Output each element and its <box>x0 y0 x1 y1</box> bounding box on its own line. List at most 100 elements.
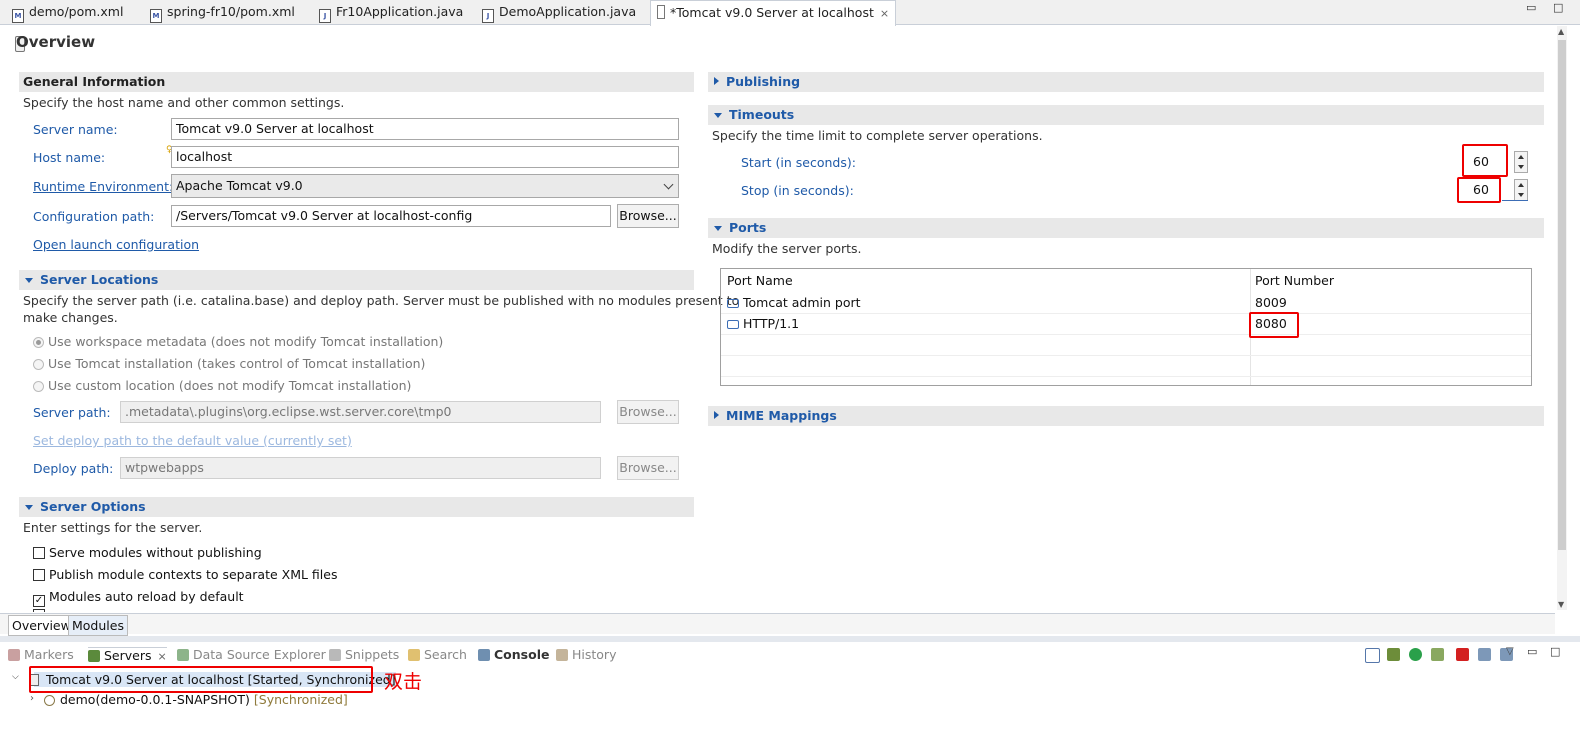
host-name-field[interactable]: localhost <box>171 146 679 168</box>
checkbox-icon <box>33 547 45 559</box>
start-timeout-spinner[interactable] <box>1514 151 1528 173</box>
close-icon[interactable]: ⨯ <box>158 650 167 663</box>
tab-console[interactable]: Console <box>478 647 549 662</box>
runtime-environment-link[interactable]: Runtime Environment: <box>33 179 173 194</box>
section-mime-mappings[interactable]: MIME Mappings <box>708 406 1544 426</box>
profile-server-icon[interactable] <box>1431 648 1444 661</box>
checkbox-partially-hidden[interactable] <box>33 609 45 612</box>
configuration-path-label: Configuration path: <box>33 209 155 224</box>
host-name-label: Host name: <box>33 150 106 165</box>
highlight-box <box>1249 312 1299 338</box>
ports-description: Modify the server ports. <box>712 241 862 256</box>
minimize-icon[interactable]: ▭ <box>1527 645 1537 658</box>
maximize-icon[interactable]: □ <box>1553 1 1563 14</box>
table-row[interactable]: HTTP/1.1 8080 <box>721 313 1531 335</box>
server-path-browse-button[interactable]: Browse... <box>617 400 679 424</box>
tab-servers[interactable]: Servers ⨯ <box>88 647 167 663</box>
port-number-cell[interactable]: 8009 <box>1255 292 1287 313</box>
maximize-icon[interactable]: □ <box>1550 645 1560 658</box>
deploy-path-field[interactable]: wtpwebapps <box>120 457 601 479</box>
highlight-box <box>1457 177 1501 203</box>
section-publishing[interactable]: Publishing <box>708 72 1544 92</box>
tab-demoapplication[interactable]: J DemoApplication.java <box>482 0 636 24</box>
section-server-options[interactable]: Server Options <box>19 497 694 517</box>
module-tree-item[interactable]: demo(demo-0.0.1-SNAPSHOT) [Synchronized] <box>44 692 348 707</box>
highlight-box <box>29 666 373 693</box>
deploy-path-browse-button[interactable]: Browse... <box>617 456 679 480</box>
tab-fr10application[interactable]: J Fr10Application.java <box>319 0 463 24</box>
radio-workspace-metadata[interactable]: Use workspace metadata (does not modify … <box>33 334 443 349</box>
section-general-information: General Information <box>19 72 694 92</box>
stop-timeout-label: Stop (in seconds): <box>741 183 854 198</box>
editor-tab-bar: Mdemo/pom.xml Mspring-fr10/pom.xml J Fr10… <box>0 0 1580 26</box>
expand-down-icon[interactable]: ⌵ <box>12 672 19 682</box>
stop-timeout-spinner[interactable] <box>1514 179 1528 201</box>
checkbox-icon <box>33 569 45 581</box>
java-file-icon: J <box>319 9 331 23</box>
server-icon <box>657 5 665 19</box>
radio-icon <box>33 381 44 392</box>
runtime-environment-select[interactable]: Apache Tomcat v9.0 <box>171 174 679 198</box>
radio-tomcat-installation[interactable]: Use Tomcat installation (takes control o… <box>33 356 425 371</box>
minimize-icon[interactable]: ▭ <box>1526 1 1536 14</box>
server-name-field[interactable]: Tomcat v9.0 Server at localhost <box>171 118 679 140</box>
tab-spring-fr10-pom[interactable]: Mspring-fr10/pom.xml <box>150 0 295 24</box>
general-description: Specify the host name and other common s… <box>23 95 345 110</box>
table-row[interactable]: Tomcat admin port 8009 <box>721 292 1531 314</box>
chevron-right-icon[interactable]: › <box>30 693 34 704</box>
servers-icon <box>88 650 100 662</box>
expand-down-icon <box>25 278 33 283</box>
locations-description-line1: Specify the server path (i.e. catalina.b… <box>23 293 740 308</box>
start-timeout-label: Start (in seconds): <box>741 155 856 170</box>
tab-modules[interactable]: Modules <box>68 615 128 636</box>
configuration-browse-button[interactable]: Browse... <box>617 204 679 228</box>
tab-overview[interactable]: Overview <box>8 615 75 636</box>
options-description: Enter settings for the server. <box>23 520 203 535</box>
snippets-icon <box>329 649 341 661</box>
scrollbar-thumb[interactable] <box>1558 40 1566 550</box>
collapse-all-icon[interactable] <box>1365 648 1380 663</box>
page-title: Overview <box>16 33 96 51</box>
radio-selected-icon <box>33 337 44 348</box>
tab-search[interactable]: Search <box>408 647 467 662</box>
stop-server-icon[interactable] <box>1456 648 1469 661</box>
publish-icon[interactable] <box>1478 648 1491 661</box>
set-deploy-path-link[interactable]: Set deploy path to the default value (cu… <box>33 433 352 448</box>
configuration-path-field[interactable]: /Servers/Tomcat v9.0 Server at localhost… <box>171 205 611 227</box>
section-timeouts[interactable]: Timeouts <box>708 105 1544 125</box>
tab-history[interactable]: History <box>556 647 616 662</box>
highlight-box <box>1462 144 1508 177</box>
section-ports[interactable]: Ports <box>708 218 1544 238</box>
start-server-icon[interactable] <box>1409 648 1422 661</box>
tab-demo-pom[interactable]: Mdemo/pom.xml <box>12 0 123 24</box>
section-server-locations[interactable]: Server Locations <box>19 270 694 290</box>
server-path-field[interactable]: .metadata\.plugins\org.eclipse.wst.serve… <box>120 401 601 423</box>
ports-table: Port Name Port Number Tomcat admin port … <box>720 268 1532 386</box>
radio-custom-location[interactable]: Use custom location (does not modify Tom… <box>33 378 411 393</box>
maven-pom-icon: M <box>150 9 162 23</box>
debug-server-icon[interactable] <box>1387 648 1400 661</box>
data-source-icon <box>177 649 189 661</box>
open-launch-configuration-link[interactable]: Open launch configuration <box>33 237 199 252</box>
tab-data-source-explorer[interactable]: Data Source Explorer <box>177 647 326 662</box>
tab-snippets[interactable]: Snippets <box>329 647 399 662</box>
annotation-text: 双击 <box>384 671 423 693</box>
checkbox-separate-xml[interactable]: Publish module contexts to separate XML … <box>33 567 337 582</box>
tab-markers[interactable]: Markers <box>8 647 74 662</box>
expand-right-icon <box>714 411 719 419</box>
view-separator <box>0 636 1580 642</box>
checkbox-auto-reload[interactable]: ✓ Modules auto reload by default <box>33 589 244 607</box>
tab-tomcat-server[interactable]: *Tomcat v9.0 Server at localhost ⨯ <box>650 0 897 26</box>
deploy-path-label: Deploy path: <box>33 461 114 476</box>
close-icon[interactable]: ⨯ <box>880 2 889 26</box>
column-header-port-number[interactable]: Port Number <box>1255 270 1334 291</box>
scroll-down-icon[interactable]: ▼ <box>1558 600 1564 609</box>
timeouts-description: Specify the time limit to complete serve… <box>712 128 1043 143</box>
scroll-up-icon[interactable]: ▲ <box>1558 27 1564 36</box>
table-header: Port Name Port Number <box>721 270 1531 291</box>
focus-underline <box>1502 200 1528 201</box>
column-header-port-name[interactable]: Port Name <box>727 270 793 291</box>
checkbox-serve-without-publishing[interactable]: Serve modules without publishing <box>33 545 262 560</box>
view-menu-icon[interactable]: ▽ <box>1506 646 1514 657</box>
console-icon <box>478 649 490 661</box>
